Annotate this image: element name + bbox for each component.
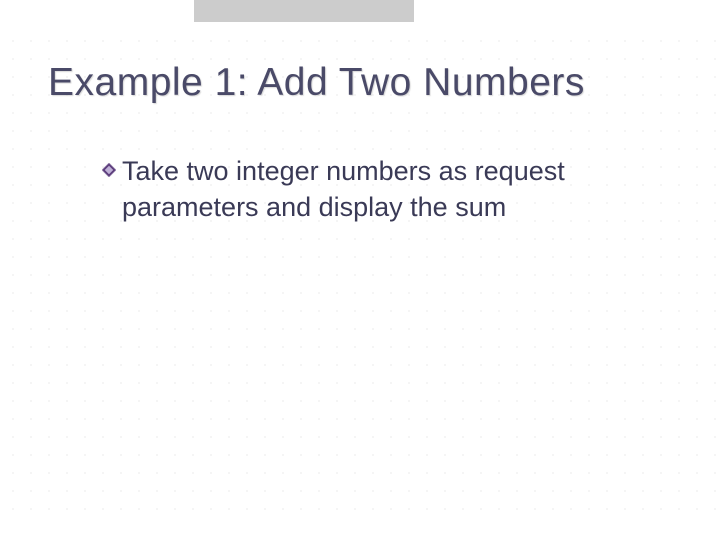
- bullet-list: Take two integer numbers as request para…: [48, 153, 672, 226]
- slide-content: Example 1: Add Two Numbers Take two inte…: [0, 0, 720, 226]
- bullet-text: Take two integer numbers as request para…: [122, 153, 672, 226]
- diamond-bullet-icon: [102, 163, 116, 177]
- list-item: Take two integer numbers as request para…: [102, 153, 672, 226]
- slide-title: Example 1: Add Two Numbers: [48, 60, 672, 107]
